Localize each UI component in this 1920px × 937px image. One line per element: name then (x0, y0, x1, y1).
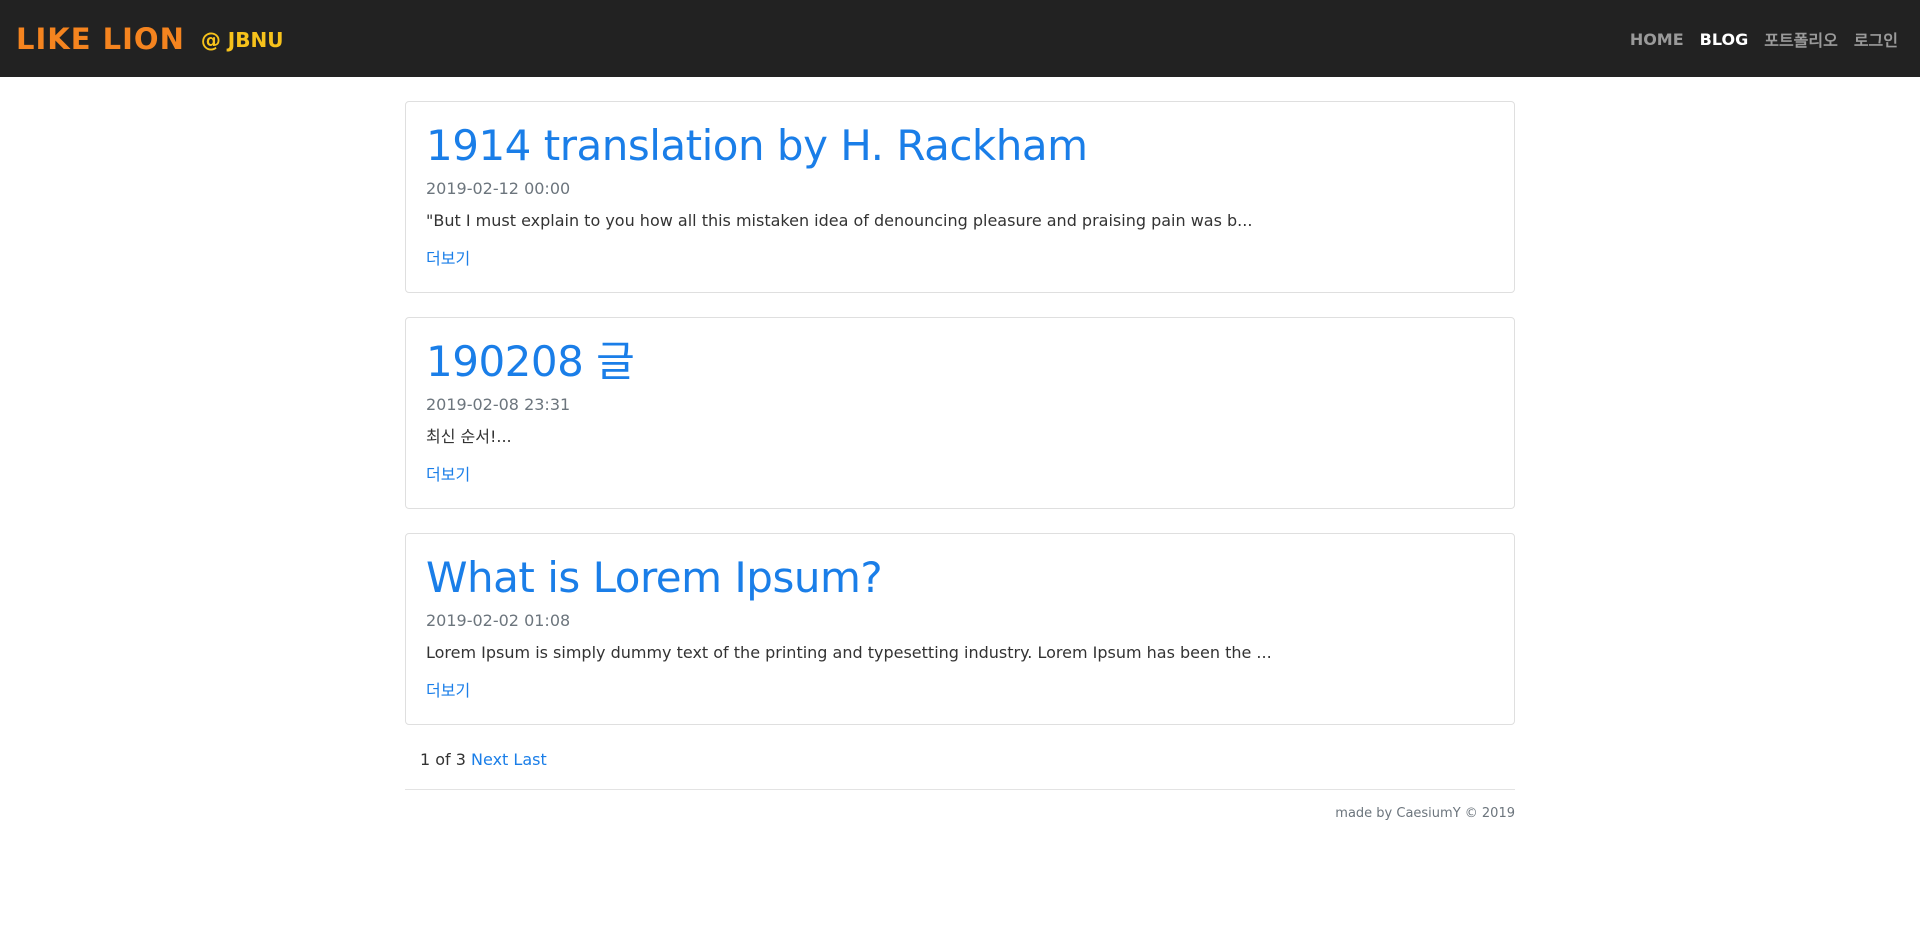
post-title-link[interactable]: What is Lorem Ipsum? (426, 554, 1494, 602)
post-excerpt: 최신 순서!... (426, 427, 512, 446)
brand-subtitle: @ JBNU (200, 28, 284, 52)
post-title-link[interactable]: 190208 글 (426, 338, 1494, 386)
nav-link-login[interactable]: 로그인 (1854, 27, 1898, 51)
brand-logo-link[interactable]: LIKE LION @ JBNU (16, 18, 283, 60)
post-excerpt: "But I must explain to you how all this … (426, 211, 1253, 230)
next-page-link[interactable]: Next (471, 750, 508, 769)
nav-menu: HOME BLOG 포트폴리오 로그인 (1614, 24, 1898, 54)
page-status: 1 of 3 (420, 750, 466, 769)
post-card: 190208 글 2019-02-08 23:31 최신 순서!... 더보기 (405, 317, 1515, 509)
brand-name: LIKE LION (16, 22, 185, 56)
post-title-link[interactable]: 1914 translation by H. Rackham (426, 122, 1494, 170)
post-list: 1914 translation by H. Rackham 2019-02-1… (405, 101, 1515, 749)
post-date: 2019-02-12 00:00 (426, 179, 571, 198)
read-more-link[interactable]: 더보기 (426, 464, 470, 486)
footer: made by CaesiumY © 2019 (1335, 805, 1515, 823)
nav-link-portfolio[interactable]: 포트폴리오 (1764, 27, 1838, 51)
post-card: What is Lorem Ipsum? 2019-02-02 01:08 Lo… (405, 533, 1515, 725)
footer-divider (405, 789, 1515, 790)
read-more-link[interactable]: 더보기 (426, 248, 470, 270)
pagination: 1 of 3 Next Last (420, 749, 547, 771)
nav-link-blog[interactable]: BLOG (1700, 30, 1749, 49)
footer-credit: made by CaesiumY © 2019 (1335, 806, 1515, 821)
post-card: 1914 translation by H. Rackham 2019-02-1… (405, 101, 1515, 293)
post-date: 2019-02-08 23:31 (426, 395, 571, 414)
top-navbar: LIKE LION @ JBNU HOME BLOG 포트폴리오 로그인 (0, 0, 1920, 77)
nav-link-home[interactable]: HOME (1630, 30, 1684, 49)
last-page-link[interactable]: Last (513, 750, 546, 769)
read-more-link[interactable]: 더보기 (426, 680, 470, 702)
post-date: 2019-02-02 01:08 (426, 611, 571, 630)
post-excerpt: Lorem Ipsum is simply dummy text of the … (426, 643, 1272, 662)
